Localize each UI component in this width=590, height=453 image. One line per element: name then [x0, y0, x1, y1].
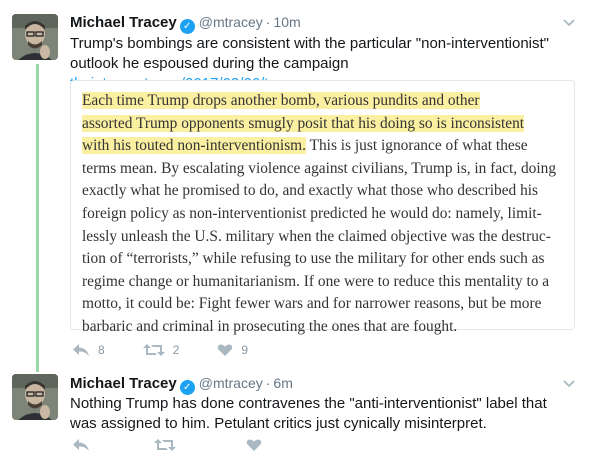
tweet-header: Michael Tracey ✓ @mtracey · 10m [70, 13, 301, 34]
author-handle[interactable]: @mtracey [199, 14, 263, 30]
timestamp[interactable]: 6m [273, 375, 292, 391]
highlighted-text: with his touted non-interventionism. [82, 137, 306, 155]
quote-image-card[interactable]: Each time Trump drops another bomb, vari… [70, 80, 575, 335]
quote-line: foreign policy as non-interventionist pr… [82, 204, 542, 222]
author-name[interactable]: Michael Tracey [70, 14, 177, 31]
separator: · [265, 14, 271, 30]
quote-line: exactly what he promised to do, and exac… [82, 182, 539, 200]
reply-button[interactable] [72, 438, 90, 452]
like-icon [218, 344, 233, 356]
tweet-actions: 8 2 9 [72, 343, 274, 357]
tweet-actions [72, 438, 288, 452]
quote-line: barbaric and criminal in prosecuting the… [82, 317, 458, 335]
quote-line: terms mean. By escalating violence again… [82, 159, 557, 177]
chevron-down-icon[interactable] [562, 18, 576, 28]
retweet-button[interactable] [154, 438, 176, 452]
verified-icon: ✓ [179, 380, 195, 395]
retweet-button[interactable]: 2 [142, 343, 180, 357]
reply-count: 8 [98, 343, 105, 357]
quote-line: lessly unleash the U.S. military when th… [82, 227, 551, 245]
quote-line: This is just ignorance of what these [306, 137, 528, 155]
tweet-text: Nothing Trump has done contravenes the "… [70, 395, 547, 432]
retweet-icon [154, 439, 176, 451]
retweet-count: 2 [172, 343, 180, 357]
like-button[interactable]: 9 [217, 343, 248, 357]
highlighted-text: assorted Trump opponents smugly posit th… [82, 114, 525, 132]
author-name[interactable]: Michael Tracey [70, 375, 177, 392]
reply-button[interactable]: 8 [72, 343, 105, 357]
separator: · [265, 375, 271, 391]
author-handle[interactable]: @mtracey [199, 375, 263, 391]
verified-icon: ✓ [179, 19, 195, 34]
avatar[interactable] [12, 14, 58, 60]
quote-line: tion of “terrorists,” while refusing to … [82, 250, 545, 268]
quote-line: motto, it could be: Fight fewer wars and… [82, 295, 542, 313]
like-count: 9 [241, 343, 249, 357]
reply-icon [73, 344, 89, 356]
like-button[interactable] [246, 438, 262, 452]
chevron-down-icon[interactable] [562, 379, 576, 389]
quote-text: Each time Trump drops another bomb, vari… [82, 90, 574, 339]
like-icon [246, 439, 262, 451]
thread-connector-line [36, 64, 39, 372]
highlighted-text: Each time Trump drops another bomb, vari… [82, 92, 480, 109]
quote-line: regime change or humanitarianism. If one… [82, 272, 550, 290]
timestamp[interactable]: 10m [273, 14, 300, 30]
tweet-body: Trump's bombings are consistent with the… [70, 35, 550, 72]
retweet-icon [142, 344, 165, 356]
tweet-header: Michael Tracey ✓ @mtracey · 6m [70, 374, 293, 395]
reply-icon [73, 439, 89, 451]
avatar[interactable] [12, 374, 58, 420]
